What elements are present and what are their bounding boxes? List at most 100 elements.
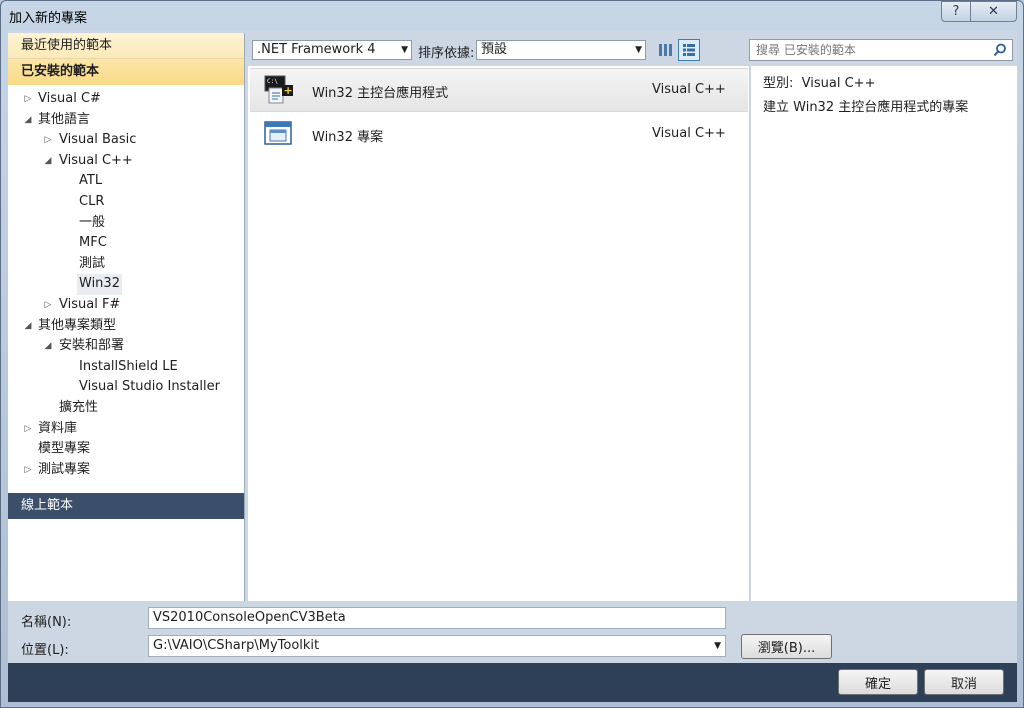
tree-item[interactable]: ▷ Visual Basic — [8, 130, 244, 151]
location-field[interactable]: G:\VAIO\CSharp\MyToolkit ▼ — [148, 635, 726, 657]
template-type-label: 型別: — [763, 76, 794, 91]
tree-item-label: ATL — [79, 173, 103, 189]
tree-item-label: 模型專案 — [38, 441, 91, 457]
sort-label: 排序依據: — [418, 46, 475, 61]
project-settings-form: 名稱(N): VS2010ConsoleOpenCV3Beta 位置(L): G… — [8, 601, 1017, 663]
tree-item-label: InstallShield LE — [79, 358, 178, 374]
expand-arrow-icon[interactable]: ▷ — [22, 419, 34, 440]
chevron-down-icon: ▼ — [635, 45, 642, 55]
search-input[interactable] — [750, 40, 980, 60]
title-bar-buttons: ? ✕ — [941, 1, 1017, 22]
framework-select[interactable]: .NET Framework 4 ▼ — [252, 40, 412, 60]
ok-button[interactable]: 確定 — [838, 669, 918, 695]
tree-item[interactable]: ◢ 其他語言 — [8, 110, 244, 131]
sort-select-value: 預設 — [481, 42, 508, 57]
svg-text:+: + — [284, 84, 293, 97]
tree-item-label: Visual C# — [38, 91, 101, 106]
title-bar: 加入新的專案 ? ✕ — [1, 1, 1023, 31]
template-tree: ▷ Visual C# ◢ 其他語言 ▷ Visual Basic ◢ Visual C++ A… — [8, 85, 244, 480]
installed-templates-header[interactable]: 已安裝的範本 — [8, 59, 244, 85]
tree-item[interactable]: ◢ Visual C++ — [8, 151, 244, 172]
tree-item-label: 其他語言 — [38, 111, 91, 127]
expand-arrow-icon[interactable]: ▷ — [42, 130, 54, 151]
location-label: 位置(L): — [21, 643, 69, 658]
tree-item[interactable]: MFC — [8, 233, 244, 254]
tree-item-label: Visual C++ — [59, 152, 133, 168]
template-details-panel: 型別: Visual C++ 建立 Win32 主控台應用程式的專案 — [751, 66, 1017, 601]
online-templates-header[interactable]: 線上範本 — [8, 493, 244, 519]
svg-text:C:\: C:\ — [267, 78, 278, 85]
list-view-icon — [683, 44, 695, 56]
help-button[interactable]: ? — [941, 1, 971, 22]
template-name: Win32 主控台應用程式 — [312, 86, 449, 101]
collapse-arrow-icon[interactable]: ◢ — [22, 316, 34, 337]
tree-item[interactable]: 模型專案 — [8, 439, 244, 460]
tree-item-label: 安裝和部署 — [59, 338, 125, 354]
name-field-value: VS2010ConsoleOpenCV3Beta — [153, 610, 346, 625]
template-toolbar: .NET Framework 4 ▼ 排序依據: 預設 ▼ — [248, 33, 1017, 66]
chevron-down-icon: ▼ — [401, 45, 408, 55]
collapse-arrow-icon[interactable]: ◢ — [22, 110, 34, 131]
template-type-row: 型別: Visual C++ — [763, 72, 1005, 96]
template-type-value: Visual C++ — [801, 76, 876, 91]
name-label: 名稱(N): — [21, 615, 72, 630]
expand-arrow-icon[interactable]: ▷ — [42, 295, 54, 316]
tree-item-label: Visual F# — [59, 296, 121, 312]
tree-item[interactable]: 一般 — [8, 213, 244, 234]
template-description: 建立 Win32 主控台應用程式的專案 — [763, 100, 969, 115]
tree-item-label: CLR — [79, 193, 105, 209]
tree-item[interactable]: Win32 — [8, 274, 244, 295]
cancel-button[interactable]: 取消 — [924, 669, 1004, 695]
dialog-footer: 確定 取消 — [8, 663, 1017, 702]
tree-item-label: 測試 — [79, 255, 106, 271]
grid-view-icon — [659, 44, 672, 56]
collapse-arrow-icon[interactable]: ◢ — [42, 336, 54, 357]
sort-select[interactable]: 預設 ▼ — [476, 40, 646, 60]
tree-item[interactable]: ATL — [8, 171, 244, 192]
name-field[interactable]: VS2010ConsoleOpenCV3Beta — [148, 607, 726, 629]
window-title: 加入新的專案 — [9, 11, 88, 26]
tree-item[interactable]: 擴充性 — [8, 398, 244, 419]
tree-item-label: MFC — [79, 235, 107, 251]
tree-item-label: Win32 — [77, 274, 122, 295]
expand-arrow-icon[interactable]: ▷ — [22, 460, 34, 481]
tree-item[interactable]: Visual Studio Installer — [8, 377, 244, 398]
expand-arrow-icon[interactable]: ▷ — [22, 89, 34, 110]
medium-icons-view-button[interactable] — [654, 39, 676, 61]
template-language: Visual C++ — [652, 126, 726, 141]
win32-project-icon — [264, 121, 292, 145]
tree-item-label: 其他專案類型 — [38, 317, 117, 333]
browse-button[interactable]: 瀏覽(B)... — [741, 634, 832, 659]
tree-item[interactable]: ▷ 資料庫 — [8, 419, 244, 440]
new-project-dialog: 加入新的專案 ? ✕ 最近使用的範本 已安裝的範本 ▷ Visual C# ◢ 其他語… — [0, 0, 1024, 708]
tree-item[interactable]: InstallShield LE — [8, 357, 244, 378]
tree-item[interactable]: CLR — [8, 192, 244, 213]
template-item-win32-project[interactable]: Win32 專案 Visual C++ — [250, 113, 748, 157]
search-icon[interactable] — [993, 43, 1007, 57]
tree-item[interactable]: 測試 — [8, 254, 244, 275]
tree-item-label: Visual Basic — [59, 132, 137, 148]
framework-select-value: .NET Framework 4 — [257, 42, 376, 57]
small-icons-view-button[interactable] — [678, 39, 700, 61]
template-categories-panel: 最近使用的範本 已安裝的範本 ▷ Visual C# ◢ 其他語言 ▷ Visual Ba… — [8, 33, 245, 601]
console-app-icon: C:\ + — [264, 75, 293, 104]
dialog-client-area: 最近使用的範本 已安裝的範本 ▷ Visual C# ◢ 其他語言 ▷ Visual Ba… — [8, 31, 1017, 702]
tree-item[interactable]: ▷ Visual C# — [8, 89, 244, 110]
tree-item[interactable]: ◢ 其他專案類型 — [8, 316, 244, 337]
tree-item-label: 擴充性 — [59, 399, 99, 415]
tree-item-label: 一般 — [79, 214, 106, 230]
chevron-down-icon[interactable]: ▼ — [714, 636, 721, 656]
recent-templates-header[interactable]: 最近使用的範本 — [8, 33, 244, 59]
collapse-arrow-icon[interactable]: ◢ — [42, 151, 54, 172]
tree-item[interactable]: ◢ 安裝和部署 — [8, 336, 244, 357]
tree-item-label: 資料庫 — [38, 420, 78, 436]
tree-item-label: 測試專案 — [38, 461, 91, 477]
template-name: Win32 專案 — [312, 130, 384, 145]
template-language: Visual C++ — [652, 82, 726, 97]
tree-item-label: Visual Studio Installer — [79, 379, 220, 395]
tree-item[interactable]: ▷ Visual F# — [8, 295, 244, 316]
tree-item[interactable]: ▷ 測試專案 — [8, 460, 244, 481]
template-list: C:\ + Win32 主控台應用程式 Visual C++ Win32 專案 — [248, 66, 750, 601]
template-item-console-app[interactable]: C:\ + Win32 主控台應用程式 Visual C++ — [250, 68, 748, 112]
close-button[interactable]: ✕ — [971, 1, 1017, 22]
